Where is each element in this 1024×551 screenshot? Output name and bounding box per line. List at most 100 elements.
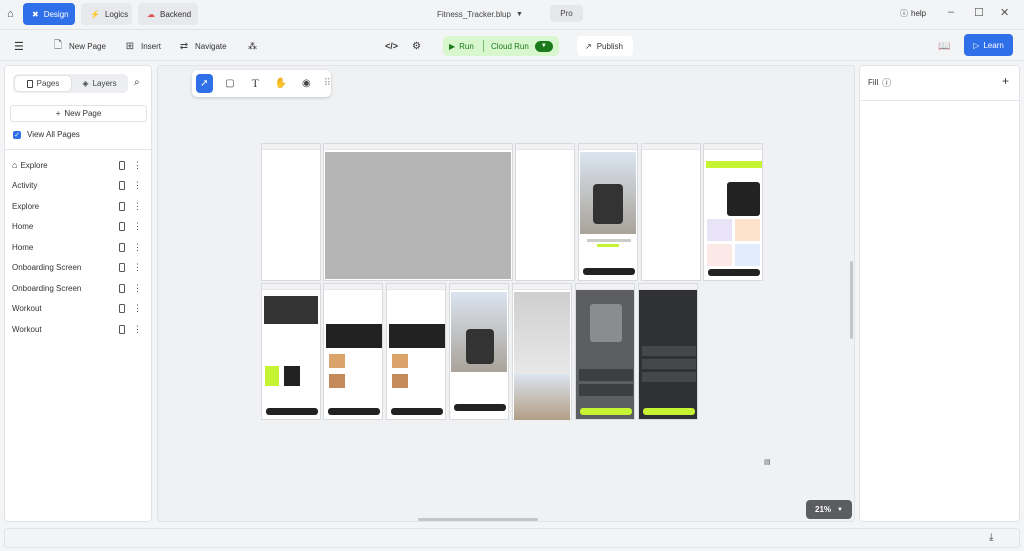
tab-layers[interactable]: ◈ Layers bbox=[73, 76, 126, 91]
screen-frame[interactable] bbox=[261, 143, 321, 281]
screen-frame[interactable] bbox=[515, 143, 575, 281]
maximize-icon[interactable]: ☐ bbox=[974, 6, 984, 19]
screen-frame[interactable] bbox=[261, 283, 321, 420]
insert-button[interactable]: ⊞ Insert bbox=[124, 37, 161, 55]
navigate-button[interactable]: ⇄ Navigate bbox=[178, 37, 227, 55]
navigate-icon: ⇄ bbox=[179, 40, 189, 52]
book-icon[interactable]: 📖 bbox=[938, 37, 950, 55]
menu-icon[interactable]: ☰ bbox=[14, 37, 24, 55]
device-icon[interactable] bbox=[119, 263, 125, 273]
device-icon[interactable] bbox=[119, 242, 125, 252]
more-options-icon[interactable]: ⋮ bbox=[133, 242, 142, 253]
canvas-tools: ➚ ▢ T ✋ ◉ ⠿ bbox=[192, 70, 331, 97]
tab-logics[interactable]: ⚡ Logics bbox=[81, 3, 132, 25]
vertical-scrollbar[interactable] bbox=[850, 261, 853, 339]
checkbox-checked-icon: ✓ bbox=[13, 130, 21, 139]
chevron-down-icon[interactable]: ▼ bbox=[534, 40, 553, 52]
panel-tabs: Pages ◈ Layers bbox=[13, 74, 128, 93]
minimap-icon[interactable]: ▤ bbox=[764, 458, 771, 466]
run-button[interactable]: ▶ Run bbox=[443, 42, 483, 51]
drag-handle-icon[interactable]: ⠿ bbox=[324, 74, 331, 93]
device-icon[interactable] bbox=[119, 201, 125, 211]
new-page-button[interactable]: + New Page bbox=[10, 105, 147, 122]
screen-frame[interactable] bbox=[512, 283, 572, 420]
minimize-icon[interactable]: – bbox=[948, 6, 954, 18]
tab-backend[interactable]: ☁ Backend bbox=[138, 3, 198, 25]
screen-frame[interactable] bbox=[323, 143, 513, 281]
design-canvas[interactable]: ➚ ▢ T ✋ ◉ ⠿ ▤ 21% ▼ bbox=[157, 65, 855, 522]
more-options-icon[interactable]: ⋮ bbox=[133, 262, 142, 273]
screen-frame[interactable] bbox=[578, 143, 638, 281]
rectangle-tool-icon[interactable]: ▢ bbox=[222, 74, 239, 93]
add-fill-icon[interactable]: + bbox=[1002, 74, 1009, 88]
screen-frame[interactable] bbox=[703, 143, 763, 281]
device-icon[interactable] bbox=[119, 222, 125, 232]
tab-pages[interactable]: Pages bbox=[15, 76, 71, 91]
page-item[interactable]: Onboarding Screen ⋮ bbox=[5, 278, 151, 299]
chevron-down-icon: ▼ bbox=[515, 10, 523, 18]
plus-icon: + bbox=[55, 109, 61, 118]
layers-icon: ◈ bbox=[82, 79, 89, 88]
publish-button[interactable]: ↗ Publish bbox=[577, 36, 633, 56]
cloud-icon: ☁ bbox=[147, 9, 155, 19]
page-icon bbox=[26, 79, 33, 88]
page-item[interactable]: Explore ⋮ bbox=[5, 196, 151, 217]
text-tool-icon[interactable]: T bbox=[247, 74, 264, 93]
device-icon[interactable] bbox=[119, 324, 125, 334]
help-circle-icon[interactable]: ⓘ bbox=[882, 76, 891, 89]
help-circle-icon: ⓘ bbox=[900, 9, 908, 18]
help-link[interactable]: ⓘ help bbox=[900, 8, 926, 19]
device-icon[interactable] bbox=[119, 283, 125, 293]
page-item[interactable]: Workout ⋮ bbox=[5, 319, 151, 340]
screen-frame[interactable] bbox=[323, 283, 383, 420]
page-item[interactable]: Home ⋮ bbox=[5, 237, 151, 258]
horizontal-scrollbar[interactable] bbox=[418, 518, 538, 521]
top-bar: ⌂ ✖ Design ⚡ Logics ☁ Backend Fitness_Track… bbox=[0, 0, 1024, 28]
screen-frame[interactable] bbox=[638, 283, 698, 420]
more-options-icon[interactable]: ⋮ bbox=[133, 303, 142, 314]
learn-button[interactable]: ▷ Learn bbox=[964, 34, 1013, 56]
file-icon: 🗋 bbox=[53, 39, 63, 51]
hand-tool-icon[interactable]: ✋ bbox=[273, 74, 290, 93]
main-toolbar: ☰ 🗋 New Page ⊞ Insert ⇄ Navigate ⁂ </> ⚙ ▶ R… bbox=[0, 29, 1024, 61]
eye-icon[interactable]: ◉ bbox=[298, 74, 315, 93]
left-panel: Pages ◈ Layers ⌕ + New Page ✓ View All Pag… bbox=[4, 65, 152, 522]
console-icon[interactable]: ⤓ bbox=[989, 532, 993, 543]
more-options-icon[interactable]: ⋮ bbox=[133, 221, 142, 232]
page-item[interactable]: Onboarding Screen ⋮ bbox=[5, 258, 151, 279]
more-options-icon[interactable]: ⋮ bbox=[133, 201, 142, 212]
tab-design[interactable]: ✖ Design bbox=[23, 3, 75, 25]
bug-icon[interactable]: ⚙ bbox=[412, 37, 421, 55]
figma-icon[interactable]: ⁂ bbox=[248, 37, 257, 55]
cloud-run-button[interactable]: Cloud Run ▼ bbox=[484, 40, 553, 52]
more-options-icon[interactable]: ⋮ bbox=[133, 283, 142, 294]
home-icon[interactable]: ⌂ bbox=[7, 8, 14, 20]
view-all-pages-checkbox[interactable]: ✓ View All Pages bbox=[13, 130, 80, 139]
more-options-icon[interactable]: ⋮ bbox=[133, 324, 142, 335]
code-icon[interactable]: </> bbox=[385, 37, 398, 55]
select-tool-icon[interactable]: ➚ bbox=[196, 74, 213, 93]
page-item[interactable]: Home ⋮ bbox=[5, 217, 151, 238]
zoom-control[interactable]: 21% ▼ bbox=[806, 500, 852, 519]
screen-frame[interactable] bbox=[575, 283, 635, 420]
run-controls: ▶ Run Cloud Run ▼ bbox=[443, 36, 559, 56]
page-item-explore-home[interactable]: ⌂ Explore ⋮ bbox=[5, 155, 151, 176]
device-icon[interactable] bbox=[119, 304, 125, 314]
new-page-button[interactable]: 🗋 New Page bbox=[52, 37, 106, 55]
close-icon[interactable]: ✕ bbox=[1000, 6, 1009, 19]
page-item[interactable]: Activity ⋮ bbox=[5, 176, 151, 197]
fill-section-header: Fill ⓘ bbox=[868, 76, 892, 89]
device-icon[interactable] bbox=[119, 160, 125, 170]
screen-frame[interactable] bbox=[386, 283, 446, 420]
device-icon[interactable] bbox=[119, 181, 125, 191]
more-options-icon[interactable]: ⋮ bbox=[133, 180, 142, 191]
screen-frame[interactable] bbox=[641, 143, 701, 281]
home-icon: ⌂ bbox=[12, 160, 18, 171]
more-options-icon[interactable]: ⋮ bbox=[133, 160, 142, 171]
chevron-down-icon: ▼ bbox=[837, 506, 843, 513]
screen-frame[interactable] bbox=[449, 283, 509, 420]
search-icon[interactable]: ⌕ bbox=[134, 77, 140, 88]
page-item[interactable]: Workout ⋮ bbox=[5, 299, 151, 320]
file-name-dropdown[interactable]: Fitness_Tracker.blup ▼ bbox=[437, 5, 523, 23]
plan-badge[interactable]: Pro bbox=[550, 5, 583, 22]
